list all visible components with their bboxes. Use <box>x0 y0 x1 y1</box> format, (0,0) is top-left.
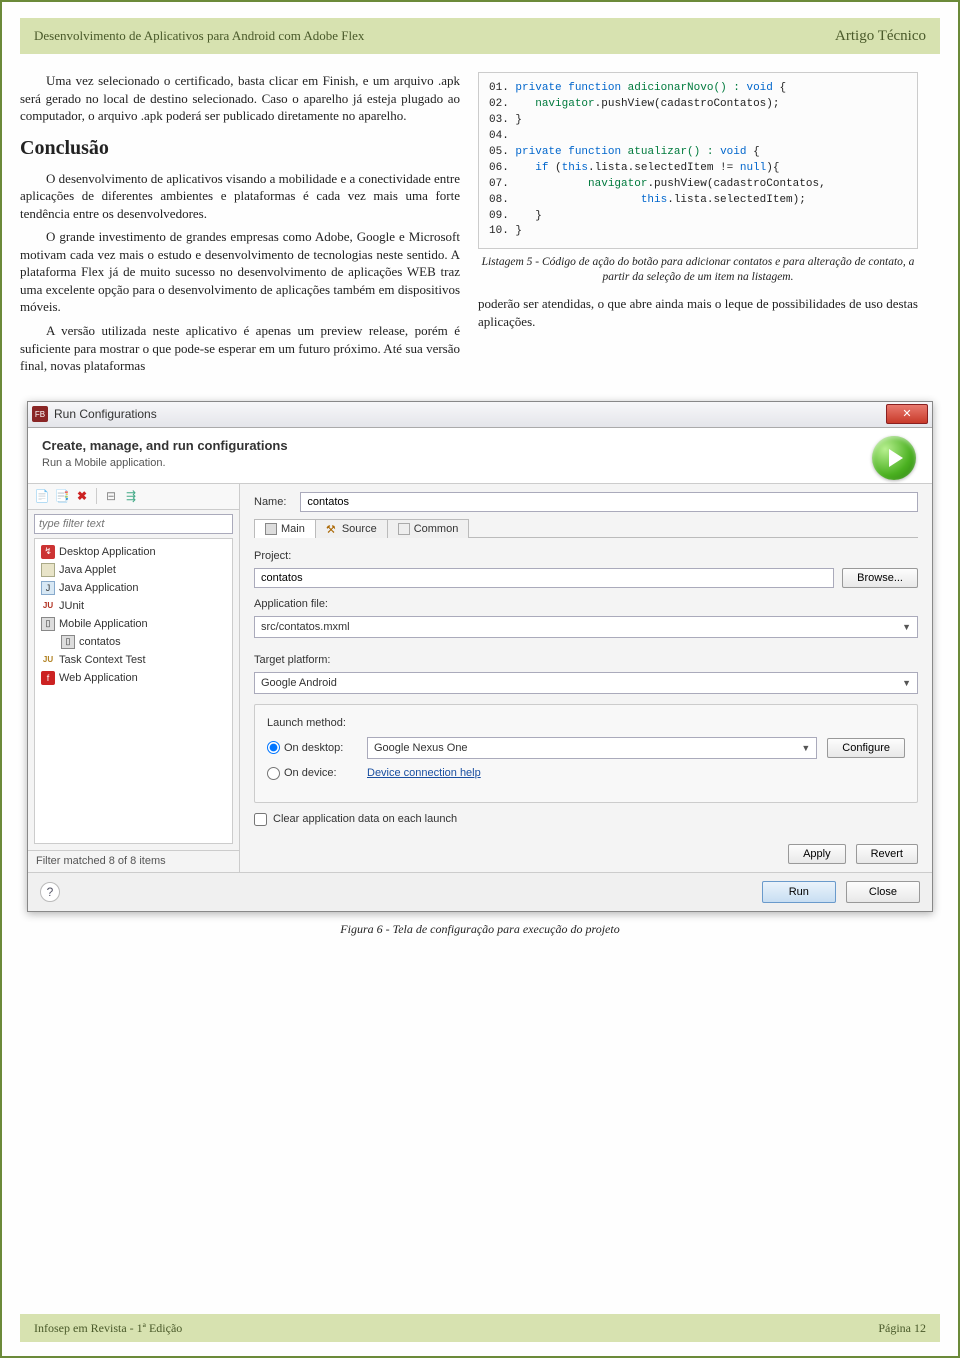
desktop-device-combo[interactable]: Google Nexus One▼ <box>367 737 817 759</box>
page-footer: Infosep em Revista - 1ª Edição Página 12 <box>20 1314 940 1342</box>
clear-data-label: Clear application data on each launch <box>273 813 457 825</box>
filter-icon[interactable]: ⇶ <box>123 488 139 504</box>
chevron-down-icon: ▼ <box>801 743 810 753</box>
figure-6-caption: Figura 6 - Tela de configuração para exe… <box>20 922 940 937</box>
on-device-radio[interactable] <box>267 767 280 780</box>
project-label: Project: <box>254 550 291 562</box>
tab-source[interactable]: ⚒Source <box>315 519 388 538</box>
close-dialog-button[interactable]: Close <box>846 881 920 903</box>
paragraph-3: O grande investimento de grandes empresa… <box>20 228 460 316</box>
listing-5-caption: Listagem 5 - Código de ação do botão par… <box>478 255 918 285</box>
tree-item-desktop[interactable]: ↯Desktop Application <box>37 543 230 561</box>
footer-left: Infosep em Revista - 1ª Edição <box>34 1321 182 1336</box>
appfile-combo[interactable]: src/contatos.mxml▼ <box>254 616 918 638</box>
titlebar: FB Run Configurations ✕ <box>28 402 932 428</box>
dialog-heading: Create, manage, and run configurations <box>42 438 918 453</box>
chevron-down-icon: ▼ <box>902 622 911 632</box>
clear-data-checkbox[interactable] <box>254 813 267 826</box>
tree-item-applet[interactable]: Java Applet <box>37 561 230 579</box>
flashbuilder-icon: FB <box>32 406 48 422</box>
apply-button[interactable]: Apply <box>788 844 846 864</box>
launch-label: Launch method: <box>267 717 346 729</box>
run-icon <box>872 436 916 480</box>
new-config-icon[interactable]: 📄 <box>34 488 50 504</box>
launch-method-group: Launch method: On desktop: Google Nexus … <box>254 704 918 803</box>
filter-status: Filter matched 8 of 8 items <box>28 850 239 872</box>
junit-icon: JU <box>41 599 55 613</box>
tree-item-taskcontext[interactable]: JUTask Context Test <box>37 651 230 669</box>
desktop-app-icon: ↯ <box>41 545 55 559</box>
dialog-header: Create, manage, and run configurations R… <box>28 428 932 484</box>
device-help-link[interactable]: Device connection help <box>367 767 481 779</box>
page-header: Desenvolvimento de Aplicativos para Andr… <box>20 18 940 54</box>
delete-config-icon[interactable]: ✖ <box>74 488 90 504</box>
common-tab-icon <box>398 523 410 535</box>
appfile-label: Application file: <box>254 598 328 610</box>
run-configurations-dialog: FB Run Configurations ✕ Create, manage, … <box>27 401 933 912</box>
run-button[interactable]: Run <box>762 881 836 903</box>
window-title: Run Configurations <box>54 407 157 421</box>
config-tree: ↯Desktop Application Java Applet JJava A… <box>34 538 233 844</box>
filter-input[interactable] <box>34 514 233 534</box>
mobile-app-icon: ▯ <box>41 617 55 631</box>
tree-item-contatos[interactable]: ▯contatos <box>37 633 230 651</box>
paragraph-4: A versão utilizada neste aplicativo é ap… <box>20 322 460 375</box>
code-listing-5: 01. private function adicionarNovo() : v… <box>478 72 918 249</box>
tree-item-junit[interactable]: JUJUnit <box>37 597 230 615</box>
header-left: Desenvolvimento de Aplicativos para Andr… <box>34 28 364 44</box>
close-icon: ✕ <box>902 407 911 420</box>
duplicate-config-icon[interactable]: 📑 <box>54 488 70 504</box>
chevron-down-icon: ▼ <box>902 678 911 688</box>
project-input[interactable] <box>254 568 834 588</box>
footer-right: Página 12 <box>878 1321 926 1336</box>
paragraph-1: Uma vez selecionado o certificado, basta… <box>20 72 460 125</box>
configure-button[interactable]: Configure <box>827 738 905 758</box>
paragraph-2: O desenvolvimento de aplicativos visando… <box>20 170 460 223</box>
web-app-icon: f <box>41 671 55 685</box>
tab-common[interactable]: Common <box>387 519 470 538</box>
task-context-icon: JU <box>41 653 55 667</box>
conclusion-heading: Conclusão <box>20 137 460 160</box>
source-tab-icon: ⚒ <box>326 523 338 535</box>
target-combo[interactable]: Google Android▼ <box>254 672 918 694</box>
on-desktop-radio[interactable] <box>267 741 280 754</box>
main-tab-icon <box>265 523 277 535</box>
target-label: Target platform: <box>254 654 330 666</box>
paragraph-right: poderão ser atendidas, o que abre ainda … <box>478 295 918 330</box>
tree-item-webapp[interactable]: fWeb Application <box>37 669 230 687</box>
close-button[interactable]: ✕ <box>886 404 928 424</box>
tree-item-javaapp[interactable]: JJava Application <box>37 579 230 597</box>
dialog-subheading: Run a Mobile application. <box>42 457 918 469</box>
header-right: Artigo Técnico <box>835 28 926 45</box>
collapse-icon[interactable]: ⊟ <box>103 488 119 504</box>
java-applet-icon <box>41 563 55 577</box>
java-app-icon: J <box>41 581 55 595</box>
tab-main[interactable]: Main <box>254 519 316 538</box>
browse-button[interactable]: Browse... <box>842 568 918 588</box>
name-input[interactable] <box>300 492 918 512</box>
name-label: Name: <box>254 496 286 508</box>
revert-button[interactable]: Revert <box>856 844 918 864</box>
help-icon[interactable]: ? <box>40 882 60 902</box>
tree-item-mobile[interactable]: ▯Mobile Application <box>37 615 230 633</box>
tabs: Main ⚒Source Common <box>254 518 918 538</box>
tree-toolbar: 📄 📑 ✖ ⊟ ⇶ <box>28 484 239 510</box>
mobile-child-icon: ▯ <box>61 635 75 649</box>
